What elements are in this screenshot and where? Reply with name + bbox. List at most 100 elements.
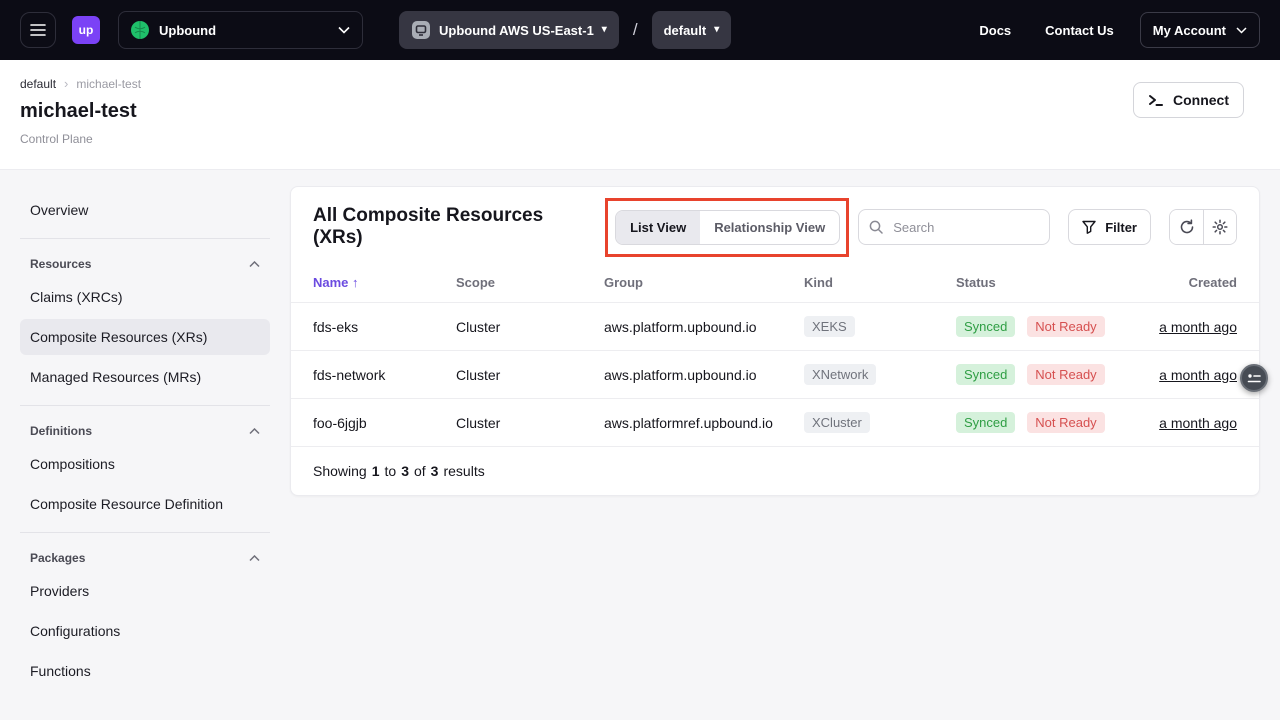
upbound-logo[interactable]: up	[72, 16, 100, 44]
cell-status: Synced Not Ready	[956, 303, 1111, 351]
composite-resources-card: All Composite Resources (XRs) List View …	[290, 186, 1260, 496]
sidebar-section-packages[interactable]: Packages	[20, 543, 270, 569]
column-header-group: Group	[604, 267, 804, 303]
sidebar-item-claims[interactable]: Claims (XRCs)	[20, 279, 270, 315]
synced-badge: Synced	[956, 316, 1015, 337]
table-row[interactable]: fds-eks Cluster aws.platform.upbound.io …	[291, 303, 1259, 351]
content-area: Overview Resources Claims (XRCs) Composi…	[0, 170, 1280, 693]
cell-created: a month ago	[1111, 351, 1259, 399]
results-summary: Showing 1 to 3 of 3 results	[291, 447, 1259, 495]
view-toggle-wrap: List View Relationship View	[615, 210, 840, 245]
globe-icon	[131, 21, 149, 39]
search-icon	[869, 220, 883, 234]
terminal-icon	[1148, 93, 1164, 107]
triangle-down-icon: ▾	[602, 25, 607, 35]
contact-us-link[interactable]: Contact Us	[1045, 23, 1114, 38]
synced-badge: Synced	[956, 364, 1015, 385]
cell-kind: XNetwork	[804, 351, 956, 399]
breadcrumb-item-default[interactable]: default	[20, 77, 56, 91]
hamburger-icon	[30, 24, 46, 36]
control-plane-selector[interactable]: Upbound AWS US-East-1 ▾	[399, 11, 619, 49]
kind-badge: XCluster	[804, 412, 870, 433]
cell-kind: XCluster	[804, 399, 956, 447]
funnel-icon	[1082, 220, 1096, 234]
column-header-status: Status	[956, 267, 1111, 303]
cell-status: Synced Not Ready	[956, 399, 1111, 447]
page-title: michael-test	[20, 100, 1260, 123]
chevron-up-icon	[249, 555, 260, 562]
organization-selector[interactable]: Upbound	[118, 11, 363, 49]
cell-group: aws.platform.upbound.io	[604, 303, 804, 351]
cell-scope: Cluster	[456, 399, 604, 447]
sidebar-item-providers[interactable]: Providers	[20, 573, 270, 609]
column-header-scope: Scope	[456, 267, 604, 303]
my-account-label: My Account	[1153, 23, 1226, 38]
chevron-up-icon	[249, 261, 260, 268]
cell-name: fds-network	[291, 351, 456, 399]
settings-button[interactable]	[1203, 210, 1236, 244]
kind-badge: XEKS	[804, 316, 855, 337]
created-link[interactable]: a month ago	[1159, 367, 1237, 383]
chevron-up-icon	[249, 428, 260, 435]
sidebar-divider	[20, 532, 270, 533]
connect-button[interactable]: Connect	[1133, 82, 1244, 118]
namespace-selector-label: default	[664, 23, 707, 38]
cell-group: aws.platform.upbound.io	[604, 351, 804, 399]
filter-button-label: Filter	[1105, 220, 1137, 235]
breadcrumb-item-current: michael-test	[76, 77, 141, 91]
relationship-view-tab[interactable]: Relationship View	[700, 211, 839, 244]
namespace-selector[interactable]: default ▾	[652, 11, 732, 49]
breadcrumb-chevron-icon: ›	[64, 76, 68, 91]
my-account-button[interactable]: My Account	[1140, 12, 1260, 48]
breadcrumb: default › michael-test	[20, 76, 1260, 91]
sidebar-divider	[20, 238, 270, 239]
cell-kind: XEKS	[804, 303, 956, 351]
resources-table: Name ↑ Scope Group Kind Status Created f…	[291, 267, 1259, 447]
chevron-down-icon	[338, 26, 350, 34]
sidebar-item-compositions[interactable]: Compositions	[20, 446, 270, 482]
column-header-kind: Kind	[804, 267, 956, 303]
sidebar-item-functions[interactable]: Functions	[20, 653, 270, 689]
organization-selector-label: Upbound	[159, 23, 216, 38]
synced-badge: Synced	[956, 412, 1015, 433]
page-header: default › michael-test michael-test Cont…	[0, 60, 1280, 170]
created-link[interactable]: a month ago	[1159, 319, 1237, 335]
sidebar-divider	[20, 405, 270, 406]
sidebar-item-configurations[interactable]: Configurations	[20, 613, 270, 649]
gear-icon	[1212, 219, 1228, 235]
sidebar-section-definitions[interactable]: Definitions	[20, 416, 270, 442]
table-header-row: Name ↑ Scope Group Kind Status Created	[291, 267, 1259, 303]
card-title: All Composite Resources (XRs)	[313, 205, 597, 249]
created-link[interactable]: a month ago	[1159, 415, 1237, 431]
list-view-tab[interactable]: List View	[616, 211, 700, 244]
not-ready-badge: Not Ready	[1027, 364, 1104, 385]
toolbar-icon-group	[1169, 209, 1237, 245]
control-plane-icon	[411, 20, 431, 40]
refresh-button[interactable]	[1170, 210, 1203, 244]
sidebar-item-overview[interactable]: Overview	[20, 192, 270, 228]
page-subtitle: Control Plane	[20, 132, 1260, 146]
sidebar-section-label: Definitions	[30, 424, 92, 438]
column-header-name[interactable]: Name ↑	[291, 267, 456, 303]
filter-button[interactable]: Filter	[1068, 209, 1151, 245]
kind-badge: XNetwork	[804, 364, 876, 385]
sort-ascending-icon: ↑	[352, 275, 359, 290]
search-box	[858, 209, 1050, 245]
refresh-icon	[1179, 219, 1195, 235]
sidebar-item-managed-resources[interactable]: Managed Resources (MRs)	[20, 359, 270, 395]
table-row[interactable]: foo-6jgjb Cluster aws.platformref.upboun…	[291, 399, 1259, 447]
sidebar-section-label: Resources	[30, 257, 91, 271]
path-separator: /	[633, 20, 638, 40]
hamburger-menu-button[interactable]	[20, 12, 56, 48]
sidebar-section-resources[interactable]: Resources	[20, 249, 270, 275]
search-input[interactable]	[891, 219, 1039, 236]
cell-created: a month ago	[1111, 303, 1259, 351]
cell-name: foo-6jgjb	[291, 399, 456, 447]
sidebar-item-composite-resources[interactable]: Composite Resources (XRs)	[20, 319, 270, 355]
docs-link[interactable]: Docs	[979, 23, 1011, 38]
sidebar-item-composite-resource-definition[interactable]: Composite Resource Definition	[20, 486, 270, 522]
table-row[interactable]: fds-network Cluster aws.platform.upbound…	[291, 351, 1259, 399]
feedback-widget-button[interactable]	[1240, 364, 1268, 392]
cell-status: Synced Not Ready	[956, 351, 1111, 399]
sidebar-section-label: Packages	[30, 551, 85, 565]
